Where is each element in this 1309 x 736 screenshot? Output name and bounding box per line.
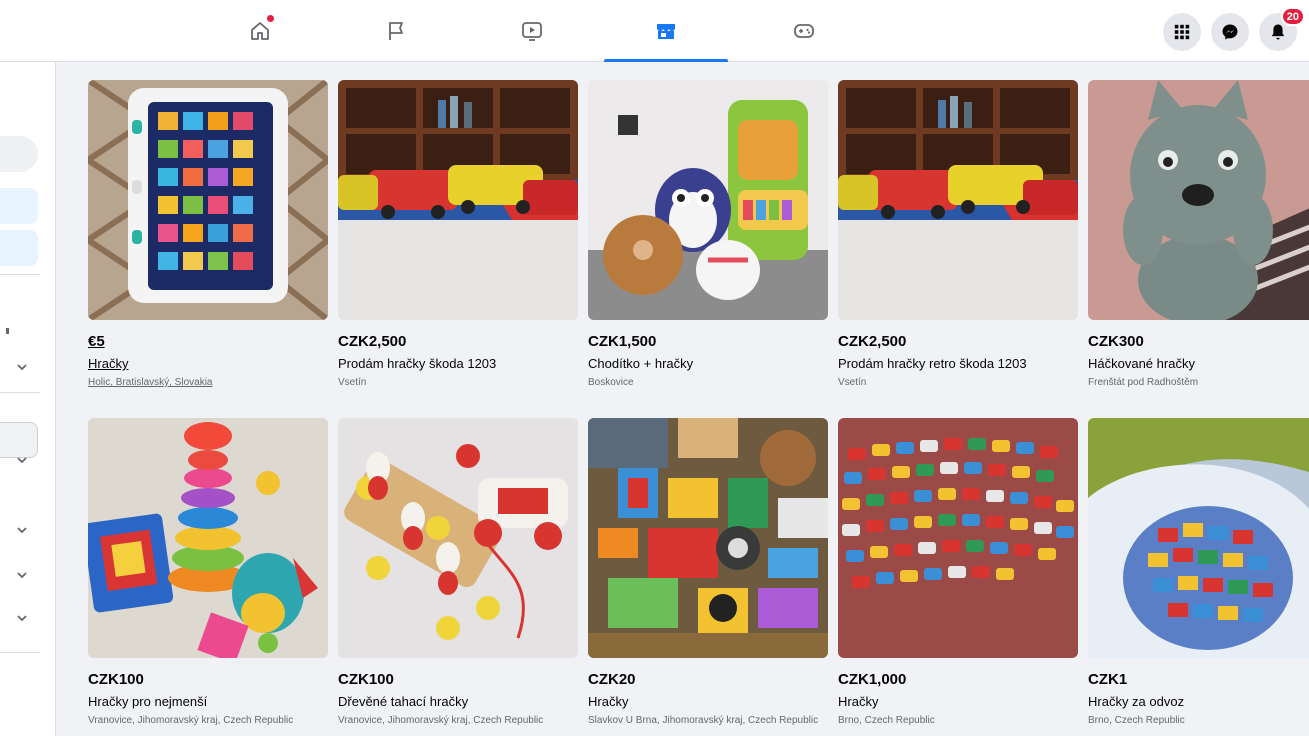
menu-button[interactable] bbox=[1163, 13, 1201, 51]
listing-photo[interactable] bbox=[338, 418, 578, 658]
sidebar-divider bbox=[0, 392, 40, 393]
nav-tab-marketplace[interactable] bbox=[604, 0, 728, 62]
listing-location: Frenštát pod Radhoštěm bbox=[1088, 377, 1199, 388]
listing-photo[interactable] bbox=[88, 80, 328, 320]
listing-photo[interactable] bbox=[1088, 418, 1309, 658]
nav-tab-watch[interactable] bbox=[470, 0, 594, 62]
listing-photo[interactable] bbox=[338, 80, 578, 320]
listing-price: CZK100 bbox=[88, 671, 144, 688]
listing-title: Dřevěné tahací hračky bbox=[338, 694, 469, 709]
listing-card[interactable]: CZK100 Dřevěné tahací hračky Vranovice, … bbox=[338, 418, 578, 727]
toy-cars-shelf-image bbox=[338, 80, 578, 320]
gaming-icon bbox=[794, 24, 814, 38]
mixed-toys-pile-image bbox=[588, 418, 828, 658]
nav-tab-gaming[interactable] bbox=[742, 0, 866, 62]
wooden-pull-toys-image bbox=[338, 418, 578, 658]
nav-tab-home[interactable] bbox=[198, 0, 322, 62]
listing-card[interactable]: CZK1 Hračky za odvoz Brno, Czech Republi… bbox=[1088, 418, 1309, 727]
listing-location: Vranovice, Jihomoravský kraj, Czech Repu… bbox=[88, 715, 294, 726]
listing-location: Vsetín bbox=[838, 377, 867, 388]
listing-location: Brno, Czech Republic bbox=[838, 715, 935, 726]
top-navigation-bar: 20 bbox=[0, 0, 1309, 62]
stacking-rings-image bbox=[88, 418, 328, 658]
listing-price: CZK2,500 bbox=[338, 333, 407, 350]
listing-location: Holic, Bratislavský, Slovakia bbox=[88, 377, 213, 388]
listing-photo[interactable] bbox=[838, 418, 1078, 658]
listing-price: CZK300 bbox=[1088, 333, 1144, 350]
listing-title: Hračky bbox=[588, 694, 629, 709]
sidebar-divider bbox=[0, 274, 40, 275]
listing-card[interactable]: CZK2,500 Prodám hračky retro škoda 1203 … bbox=[838, 80, 1078, 389]
listing-title: Hračky bbox=[88, 356, 129, 371]
listing-title: Háčkované hračky bbox=[1088, 356, 1195, 371]
baby-walker-toys-image bbox=[588, 80, 828, 320]
listing-photo[interactable] bbox=[588, 418, 828, 658]
toy-cars-shelf-image bbox=[838, 80, 1078, 320]
nav-tab-pages[interactable] bbox=[334, 0, 458, 62]
notification-count-badge: 20 bbox=[1280, 7, 1305, 26]
listing-price: CZK1 bbox=[1088, 671, 1128, 688]
chevron-down-icon[interactable] bbox=[14, 610, 30, 626]
sidebar-item-browse-all[interactable] bbox=[0, 188, 38, 224]
listing-location: Brno, Czech Republic bbox=[1088, 715, 1185, 726]
listing-photo[interactable] bbox=[88, 418, 328, 658]
listing-price: CZK1,500 bbox=[588, 333, 657, 350]
listing-title: Hračky bbox=[838, 694, 879, 709]
listing-title: Chodítko + hračky bbox=[588, 356, 694, 371]
chevron-down-icon[interactable] bbox=[14, 522, 30, 538]
sidebar-text-fragment bbox=[6, 328, 9, 334]
listing-photo[interactable] bbox=[1088, 80, 1309, 320]
bag-of-blocks-image bbox=[1088, 418, 1309, 658]
listing-location: Vranovice, Jihomoravský kraj, Czech Repu… bbox=[338, 715, 544, 726]
listing-card[interactable]: CZK300 Háčkované hračky Frenštát pod Rad… bbox=[1088, 80, 1309, 389]
messenger-button[interactable] bbox=[1211, 13, 1249, 51]
crochet-toy-image bbox=[1088, 80, 1309, 320]
listing-location: Slavkov U Brna, Jihomoravský kraj, Czech… bbox=[588, 715, 819, 726]
sidebar-item-notifications[interactable] bbox=[0, 230, 38, 266]
listing-card[interactable]: €5 Hračky Holic, Bratislavský, Slovakia bbox=[88, 80, 328, 389]
flag-icon bbox=[389, 22, 403, 40]
toy-tablet-image bbox=[88, 80, 328, 320]
listing-price: CZK1,000 bbox=[838, 671, 907, 688]
listing-card[interactable]: CZK1,500 Chodítko + hračky Boskovice bbox=[588, 80, 828, 389]
listing-photo[interactable] bbox=[838, 80, 1078, 320]
sidebar-divider bbox=[0, 652, 40, 653]
home-notification-dot bbox=[267, 15, 274, 22]
listing-price: €5 bbox=[88, 333, 105, 350]
notifications-button[interactable]: 20 bbox=[1259, 7, 1305, 51]
listing-card[interactable]: CZK100 Hračky pro nejmenší Vranovice, Ji… bbox=[88, 418, 328, 727]
chevron-down-icon[interactable] bbox=[14, 452, 30, 468]
chevron-down-icon[interactable] bbox=[14, 359, 30, 375]
listing-card[interactable]: CZK20 Hračky Slavkov U Brna, Jihomoravsk… bbox=[588, 418, 828, 727]
home-icon bbox=[251, 22, 269, 40]
video-icon bbox=[522, 22, 542, 41]
listing-title: Hračky za odvoz bbox=[1088, 694, 1185, 709]
listing-title: Hračky pro nejmenší bbox=[88, 694, 208, 709]
left-sidebar bbox=[0, 62, 56, 736]
chevron-down-icon[interactable] bbox=[14, 567, 30, 583]
listing-price: CZK20 bbox=[588, 671, 636, 688]
messenger-icon bbox=[1222, 24, 1238, 40]
listing-card[interactable]: CZK2,500 Prodám hračky škoda 1203 Vsetín bbox=[338, 80, 578, 389]
listing-price: CZK100 bbox=[338, 671, 394, 688]
bell-icon bbox=[1271, 24, 1285, 40]
listing-title: Prodám hračky škoda 1203 bbox=[338, 356, 497, 371]
listing-photo[interactable] bbox=[588, 80, 828, 320]
listing-title: Prodám hračky retro škoda 1203 bbox=[838, 356, 1027, 371]
listing-location: Boskovice bbox=[588, 377, 634, 388]
toy-car-collection-image bbox=[838, 418, 1078, 658]
listing-location: Vsetín bbox=[338, 377, 367, 388]
listing-price: CZK2,500 bbox=[838, 333, 907, 350]
marketplace-icon bbox=[657, 24, 675, 39]
menu-grid-icon bbox=[1174, 24, 1190, 40]
listing-card[interactable]: CZK1,000 Hračky Brno, Czech Republic bbox=[838, 418, 1078, 727]
sidebar-search-field[interactable] bbox=[0, 136, 38, 172]
